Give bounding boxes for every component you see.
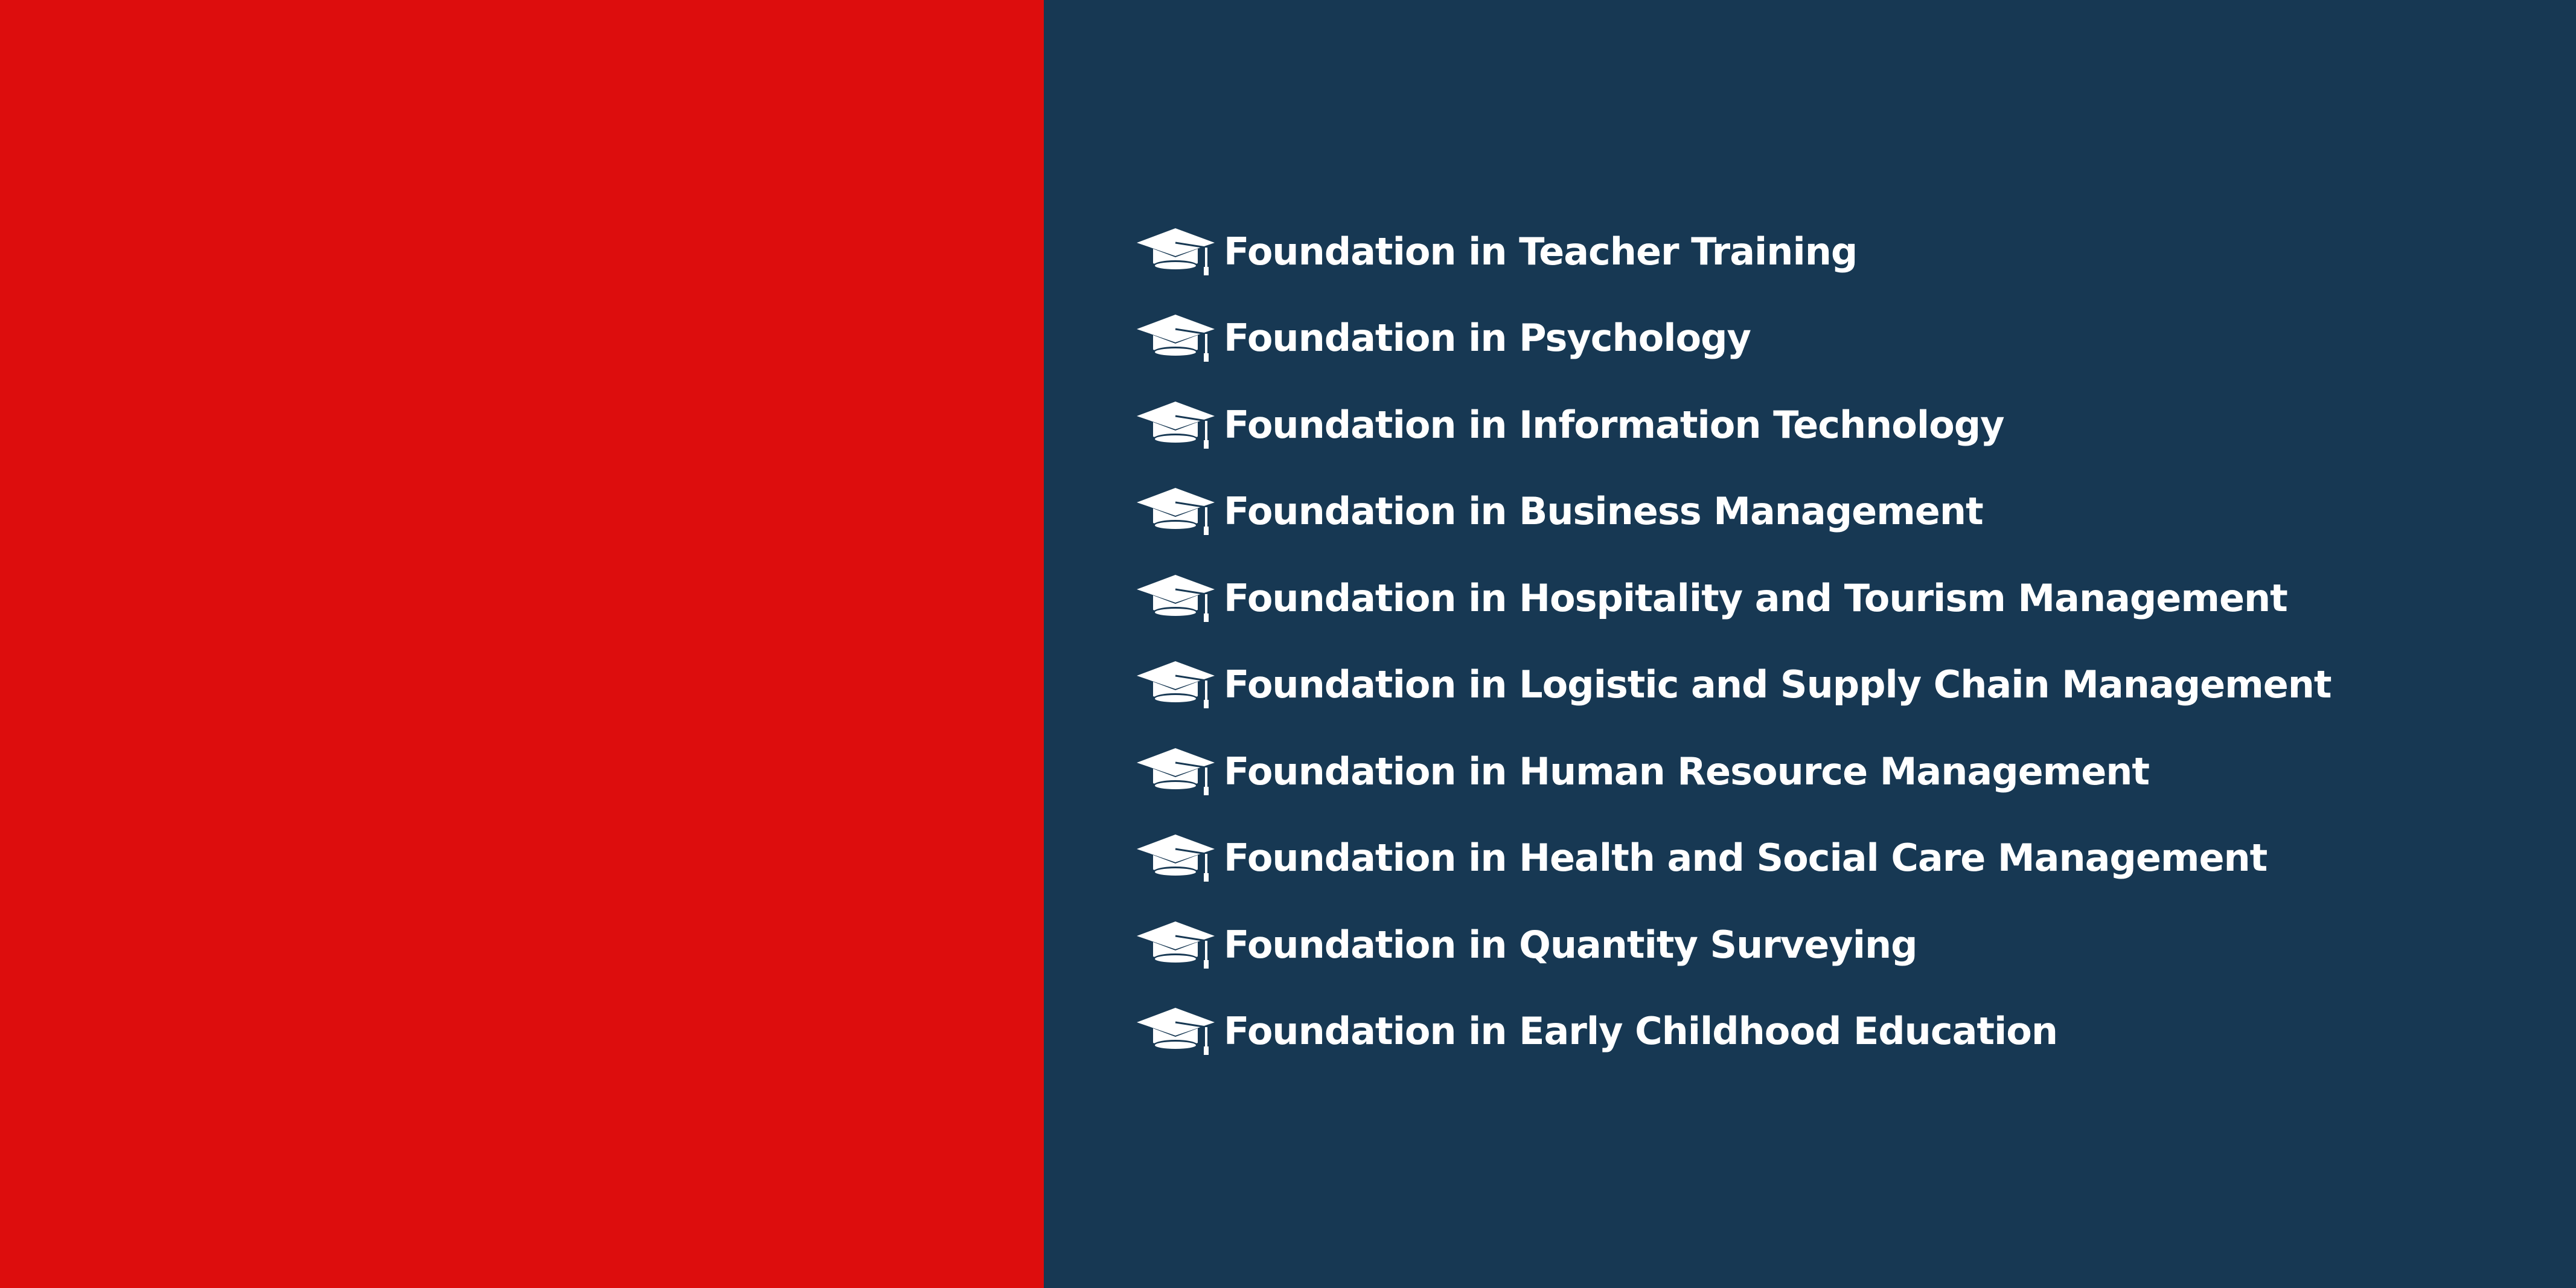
course-label: Foundation in Business Management bbox=[1224, 489, 1984, 534]
list-item: Foundation in Psychology bbox=[1135, 295, 2332, 382]
graduation-cap-icon bbox=[1135, 572, 1216, 624]
course-label: Foundation in Health and Social Care Man… bbox=[1224, 836, 2268, 880]
course-label: Foundation in Early Childhood Education bbox=[1224, 1009, 2058, 1054]
course-label: Foundation in Hospitality and Tourism Ma… bbox=[1224, 575, 2288, 620]
left-red-panel bbox=[0, 0, 1044, 1288]
graduation-cap-icon bbox=[1135, 399, 1216, 451]
list-item: Foundation in Logistic and Supply Chain … bbox=[1135, 642, 2332, 729]
graduation-cap-icon bbox=[1135, 226, 1216, 278]
graduation-cap-icon bbox=[1135, 746, 1216, 798]
course-list: Foundation in Teacher Training Foundatio… bbox=[1135, 208, 2332, 1075]
list-item: Foundation in Information Technology bbox=[1135, 382, 2332, 469]
graduation-cap-icon bbox=[1135, 919, 1216, 971]
graduation-cap-icon bbox=[1135, 485, 1216, 537]
graduation-cap-icon bbox=[1135, 832, 1216, 884]
course-label: Foundation in Psychology bbox=[1224, 316, 1751, 360]
list-item: Foundation in Quantity Surveying bbox=[1135, 902, 2332, 988]
course-label: Foundation in Quantity Surveying bbox=[1224, 922, 1917, 967]
list-item: Foundation in Early Childhood Education bbox=[1135, 988, 2332, 1075]
graduation-cap-icon bbox=[1135, 659, 1216, 711]
course-label: Foundation in Logistic and Supply Chain … bbox=[1224, 662, 2332, 707]
graduation-cap-icon bbox=[1135, 312, 1216, 364]
list-item: Foundation in Hospitality and Tourism Ma… bbox=[1135, 555, 2332, 642]
course-label: Foundation in Human Resource Management bbox=[1224, 749, 2150, 793]
graduation-cap-icon bbox=[1135, 1005, 1216, 1057]
list-item: Foundation in Business Management bbox=[1135, 469, 2332, 556]
list-item: Foundation in Teacher Training bbox=[1135, 208, 2332, 295]
course-label: Foundation in Teacher Training bbox=[1224, 229, 1858, 274]
list-item: Foundation in Human Resource Management bbox=[1135, 728, 2332, 815]
course-label: Foundation in Information Technology bbox=[1224, 402, 2004, 447]
list-item: Foundation in Health and Social Care Man… bbox=[1135, 815, 2332, 902]
